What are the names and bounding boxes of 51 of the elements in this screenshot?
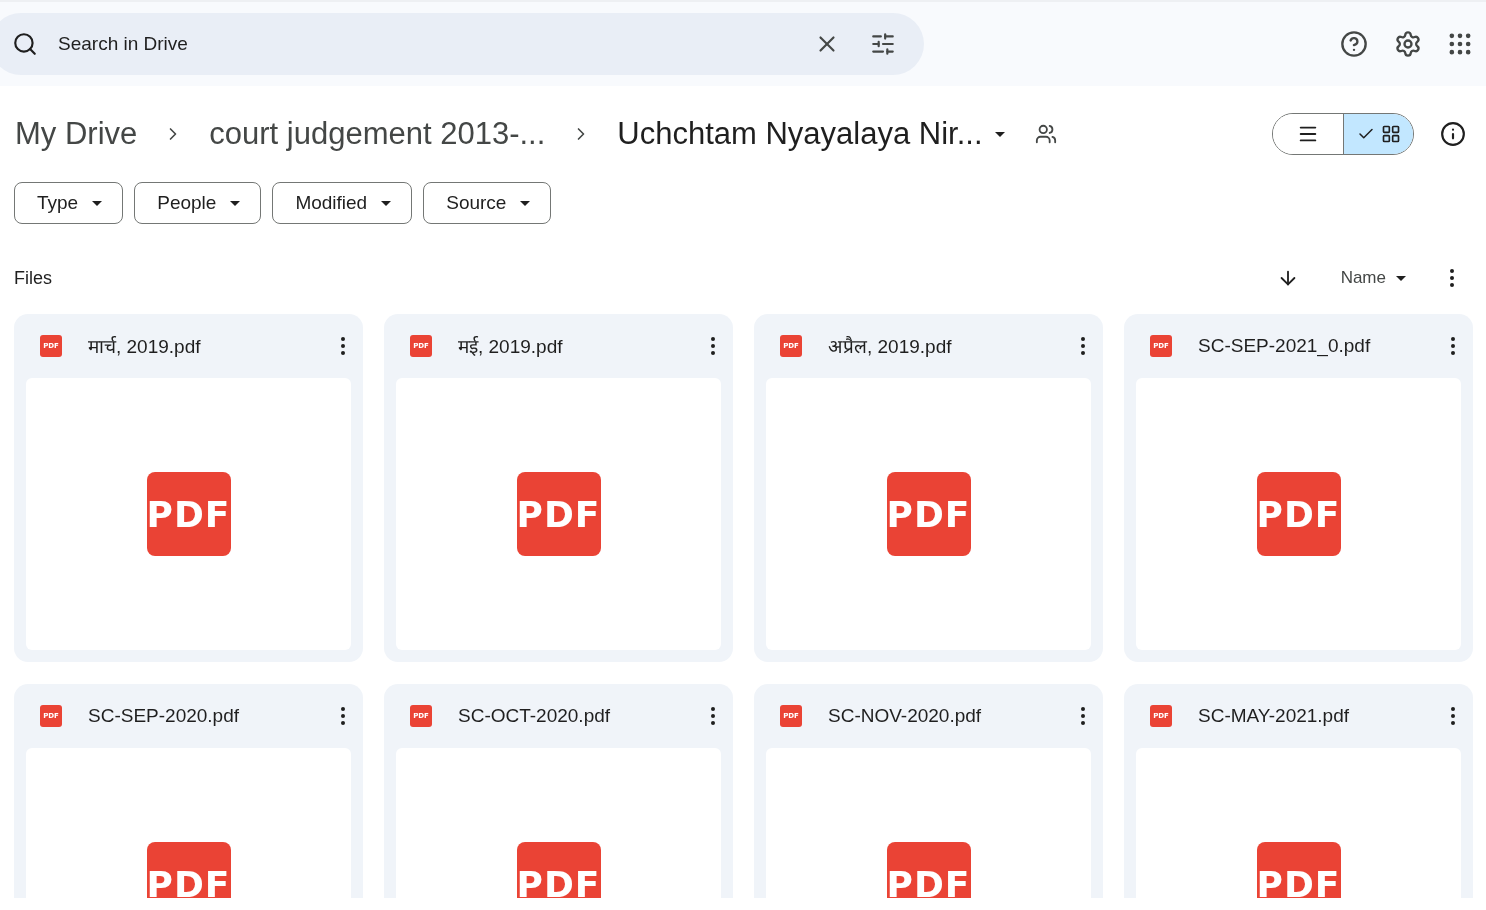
pdf-thumbnail: PDF [516, 842, 601, 898]
sliders-icon [870, 31, 896, 57]
grid-icon [1380, 124, 1401, 144]
more-icon [1081, 707, 1085, 725]
more-icon [1451, 707, 1455, 725]
more-icon [711, 707, 715, 725]
pdf-thumbnail: PDF [886, 472, 971, 556]
settings-icon [1394, 30, 1422, 58]
more-icon [711, 337, 715, 355]
info-icon [1440, 121, 1466, 147]
filter-chip[interactable]: Source [423, 182, 552, 224]
pdf-thumbnail: PDF [1256, 472, 1341, 556]
sort-button[interactable]: Name [1334, 267, 1412, 289]
pdf-thumbnail: PDF [886, 842, 971, 898]
view-toggle[interactable] [1272, 113, 1414, 155]
breadcrumb-item[interactable]: court judgement 2013-... [209, 116, 546, 152]
filter-chip[interactable]: Modified [272, 182, 413, 224]
file-name: SC-SEP-2020.pdf [88, 705, 241, 727]
pdf-thumbnail: PDF [1256, 842, 1341, 898]
pdf-thumbnail: PDF [516, 472, 601, 556]
breadcrumb-item[interactable]: Uchchtam Nyayalaya Nir... [617, 116, 983, 152]
file-name: मार्च, 2019.pdf [88, 335, 202, 359]
caret-icon [381, 200, 392, 206]
more-icon [1451, 337, 1455, 355]
file-name: SC-MAY-2021.pdf [1198, 705, 1351, 727]
filter-chip[interactable]: People [134, 182, 262, 224]
grid-view-button[interactable] [1343, 114, 1413, 154]
pdf-thumbnail: PDF [146, 472, 231, 556]
more-icon [341, 337, 345, 355]
breadcrumb-item[interactable]: My Drive [15, 116, 138, 152]
file-name: SC-OCT-2020.pdf [458, 705, 612, 727]
more-icon [1450, 269, 1454, 287]
pdf-thumbnail: PDF [146, 842, 231, 898]
caret-icon [520, 200, 531, 206]
file-name: SC-SEP-2021_0.pdf [1198, 335, 1372, 357]
search-field[interactable]: Search in Drive [0, 13, 924, 75]
caret-icon [994, 131, 1005, 137]
people-icon [1034, 123, 1057, 145]
caret-icon [92, 200, 103, 206]
more-icon [341, 707, 345, 725]
caret-icon [230, 200, 241, 206]
file-name: मई, 2019.pdf [458, 335, 564, 359]
file-name: अप्रैल, 2019.pdf [828, 335, 953, 359]
more-icon [1081, 337, 1085, 355]
search-icon [12, 31, 38, 57]
caret-icon [1396, 275, 1406, 281]
filter-chip[interactable]: Type [14, 182, 124, 224]
section-title: Files [14, 267, 52, 289]
help-icon [1340, 30, 1368, 58]
search-input[interactable]: Search in Drive [56, 32, 790, 56]
file-name: SC-NOV-2020.pdf [828, 705, 983, 727]
